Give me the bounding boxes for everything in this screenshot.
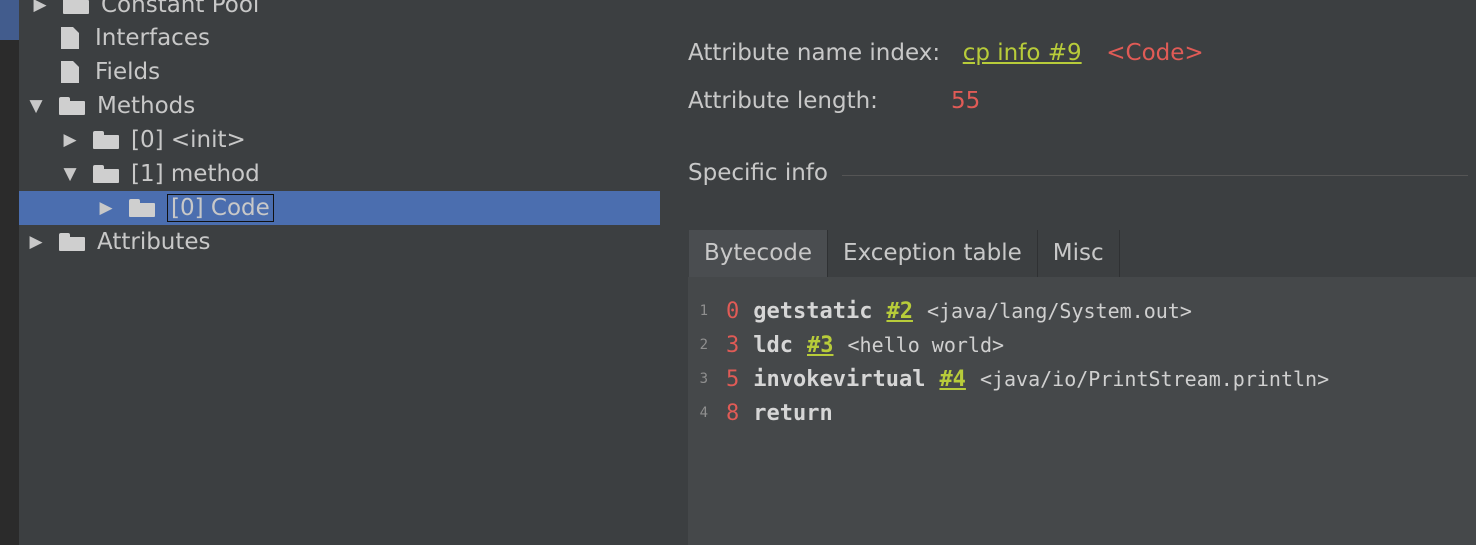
collapse-arrow-icon[interactable]: ▼	[27, 96, 45, 116]
code-line-2: 2 3 ldc #3 <hello world>	[688, 328, 1004, 362]
code-line-4: 4 8 return	[688, 396, 847, 430]
attribute-details-panel: Attribute name index: cp info #9 <Code> …	[660, 0, 1476, 545]
gutter-highlight	[0, 0, 19, 40]
expand-arrow-icon[interactable]: ▶	[61, 130, 79, 150]
collapse-arrow-icon[interactable]: ▼	[61, 164, 79, 184]
folder-icon	[59, 233, 85, 251]
tree-item-label: Fields	[95, 59, 161, 85]
bytecode-opcode: return	[753, 400, 833, 426]
folder-icon	[63, 0, 89, 14]
bytecode-offset: 0	[726, 298, 740, 324]
constant-pool-ref-link[interactable]: #2	[886, 299, 913, 324]
attribute-length-label: Attribute length:	[688, 88, 878, 114]
tree-item-label: [0] <init>	[131, 127, 246, 153]
tree-item-label: Constant Pool	[101, 0, 260, 18]
line-number: 1	[699, 303, 708, 319]
line-number: 4	[699, 405, 708, 421]
attribute-length-row: Attribute length:	[688, 88, 878, 114]
bytecode-editor[interactable]: 1 0 getstatic #2 <java/lang/System.out> …	[688, 277, 1476, 545]
attribute-name-resolved: <Code>	[1106, 40, 1204, 66]
file-icon	[61, 27, 79, 49]
tabs-bar: Bytecode Exception table Misc	[688, 230, 1120, 277]
folder-icon	[59, 97, 85, 115]
bytecode-opcode: invokevirtual	[753, 366, 926, 392]
tree-item-label: Interfaces	[95, 25, 210, 51]
left-gutter	[0, 0, 19, 545]
class-structure-tree: ▶ Constant Pool Interfaces Fields ▼ Meth…	[19, 0, 660, 545]
tree-item-method-1[interactable]: ▼ [1] method	[61, 157, 260, 191]
tree-item-interfaces[interactable]: Interfaces	[61, 21, 210, 55]
bytecode-comment: <java/io/PrintStream.println>	[979, 367, 1330, 391]
tree-item-attributes[interactable]: ▶ Attributes	[27, 225, 211, 259]
bytecode-offset: 3	[726, 332, 740, 358]
line-number: 2	[699, 337, 708, 353]
folder-icon	[93, 165, 119, 183]
bytecode-offset: 5	[726, 366, 740, 392]
tree-item-label: Attributes	[97, 229, 211, 255]
attribute-length-value: 55	[951, 88, 981, 114]
folder-icon	[93, 131, 119, 149]
bytecode-comment: <hello world>	[847, 333, 1005, 357]
tree-item-method-init[interactable]: ▶ [0] <init>	[61, 123, 246, 157]
tree-item-constant-pool[interactable]: ▶ Constant Pool	[31, 0, 259, 22]
tree-item-label: Methods	[97, 93, 196, 119]
bytecode-comment: <java/lang/System.out>	[926, 299, 1192, 323]
bytecode-opcode: getstatic	[753, 298, 873, 324]
constant-pool-ref-link[interactable]: #4	[939, 367, 966, 392]
tree-item-fields[interactable]: Fields	[61, 55, 160, 89]
tab-misc[interactable]: Misc	[1037, 230, 1120, 277]
tab-bytecode[interactable]: Bytecode	[689, 230, 829, 277]
file-icon	[61, 61, 79, 83]
cp-info-link[interactable]: cp info #9	[963, 40, 1082, 66]
section-divider	[842, 175, 1468, 176]
expand-arrow-icon[interactable]: ▶	[97, 198, 115, 218]
bytecode-opcode: ldc	[753, 332, 793, 358]
expand-arrow-icon[interactable]: ▶	[31, 0, 49, 15]
folder-icon	[129, 199, 155, 217]
attribute-name-index-label: Attribute name index:	[688, 40, 941, 66]
constant-pool-ref-link[interactable]: #3	[807, 333, 834, 358]
tree-item-methods[interactable]: ▼ Methods	[27, 89, 195, 123]
tree-item-code-selected[interactable]: ▶ [0] Code	[19, 191, 660, 225]
expand-arrow-icon[interactable]: ▶	[27, 232, 45, 252]
tree-item-label: [1] method	[131, 161, 260, 187]
code-line-1: 1 0 getstatic #2 <java/lang/System.out>	[688, 294, 1192, 328]
attribute-name-index-row: Attribute name index: cp info #9 <Code>	[688, 40, 1204, 66]
tab-exception-table[interactable]: Exception table	[828, 230, 1038, 277]
tree-item-label: [0] Code	[167, 194, 274, 222]
line-number: 3	[699, 371, 708, 387]
specific-info-title: Specific info	[688, 160, 828, 186]
bytecode-offset: 8	[726, 400, 740, 426]
code-line-3: 3 5 invokevirtual #4 <java/io/PrintStrea…	[688, 362, 1330, 396]
